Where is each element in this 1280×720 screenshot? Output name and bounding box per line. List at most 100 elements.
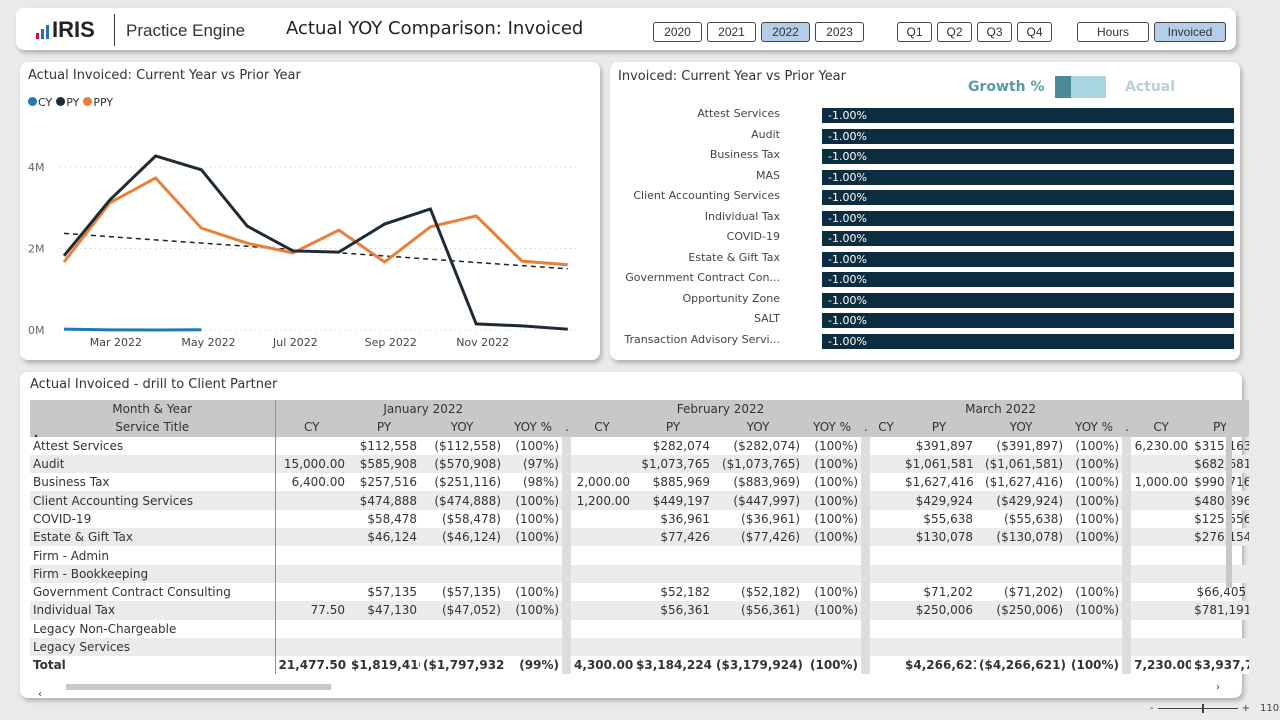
cell: $315,163 xyxy=(1194,438,1250,453)
cell xyxy=(1131,546,1191,564)
bar[interactable]: -1.00% xyxy=(822,292,1234,308)
cell xyxy=(976,620,1066,638)
cell: $58,478 xyxy=(367,511,417,526)
y-tick-label: 2M xyxy=(28,243,45,256)
header-service-title[interactable]: Service Title ▲ xyxy=(30,418,276,437)
bar[interactable]: -1.00% xyxy=(822,169,1234,185)
bar[interactable]: -1.00% xyxy=(822,313,1234,328)
cell: ($47,052) xyxy=(420,601,504,620)
bar-category-label: COVID-19 xyxy=(726,230,780,243)
growth-actual-toggle[interactable] xyxy=(1055,76,1106,98)
bar-data-label: -1.00% xyxy=(828,252,867,266)
column-header-py[interactable]: PY xyxy=(902,418,977,437)
cell: ($1,061,581) xyxy=(976,454,1067,474)
column-header-cy[interactable]: CY xyxy=(275,418,348,437)
service-title: Business Tax xyxy=(30,473,276,492)
table-row[interactable]: COVID-19 $58,478 ($58,478) (100%) $36,961 ($3… xyxy=(30,509,1249,529)
bar[interactable]: -1.00% xyxy=(822,128,1234,144)
bar[interactable]: -1.00% xyxy=(822,190,1234,205)
actual-toggle-label[interactable]: Actual xyxy=(1125,79,1175,95)
cell: $55,638 xyxy=(923,511,974,526)
cell xyxy=(348,637,420,657)
service-title: Firm - Admin xyxy=(30,546,276,565)
cell xyxy=(870,510,902,528)
column-header-yoy[interactable]: YOY xyxy=(976,418,1067,437)
bar[interactable]: -1.00% xyxy=(822,333,1234,349)
column-header-py[interactable]: PY xyxy=(348,418,420,437)
month-header[interactable]: February 2022 xyxy=(571,400,871,419)
table-row[interactable]: Legacy Services xyxy=(30,637,1250,657)
column-header-yoy[interactable]: YOY xyxy=(420,418,504,437)
cell: $66,405 xyxy=(1196,585,1247,600)
cell xyxy=(420,620,504,638)
service-title: Total xyxy=(30,656,276,675)
quarters-button-q1[interactable]: Q1 xyxy=(897,22,932,42)
bar[interactable]: -1.00% xyxy=(822,272,1234,287)
column-header-py[interactable]: PY xyxy=(633,418,714,437)
quarters-button-q3[interactable]: Q3 xyxy=(977,22,1012,42)
table-row[interactable]: Total 21,477.50 $1,819,410 ($1,797,932) (99%… xyxy=(30,656,1250,675)
years-button-2021[interactable]: 2021 xyxy=(707,22,756,42)
table-row[interactable]: Estate & Gift Tax $46,124 ($46,124) (100%) $… xyxy=(30,528,1250,547)
service-title: Audit xyxy=(30,454,276,474)
cell: $130,078 xyxy=(902,528,977,547)
growth-toggle-label[interactable]: Growth % xyxy=(968,79,1045,95)
cell: (100%) xyxy=(515,438,559,453)
cell xyxy=(1131,564,1192,583)
sort-ascending-icon[interactable]: ▲ xyxy=(33,432,39,437)
column-header-yoy[interactable]: YOY % xyxy=(504,418,562,437)
cell: (100%) xyxy=(504,491,562,510)
table-row[interactable]: Client Accounting Services $474,888 ($474,… xyxy=(30,491,1250,510)
zoom-in-button[interactable]: + xyxy=(1242,703,1250,714)
years-button-2023[interactable]: 2023 xyxy=(815,22,864,42)
cell: $429,924 xyxy=(902,491,977,510)
table-row[interactable]: Individual Tax 77.50 $47,130 ($47,052) (100%… xyxy=(30,601,1250,620)
cell: 4,300.00 xyxy=(571,656,634,675)
month-header[interactable]: January 2022 xyxy=(275,400,572,419)
column-header-cy[interactable]: CY xyxy=(571,418,634,437)
cell: (100%) xyxy=(1066,491,1123,510)
column-header-py[interactable]: PY xyxy=(1191,418,1250,437)
cell: ($1,627,416) xyxy=(984,475,1064,490)
table-row[interactable]: Attest Services $112,558 ($112,558) (100%) $… xyxy=(30,436,1250,455)
quarters-button-q2[interactable]: Q2 xyxy=(937,22,972,42)
vertical-scrollbar[interactable] xyxy=(1226,412,1232,588)
zoom-out-button[interactable]: - xyxy=(1150,703,1154,714)
bar[interactable]: -1.00% xyxy=(822,251,1234,267)
zoom-control[interactable]: - + 110 xyxy=(1150,703,1279,714)
cell: $257,516 xyxy=(359,475,417,490)
cell: $56,361 xyxy=(633,601,714,620)
measures-button-invoiced[interactable]: Invoiced xyxy=(1154,22,1226,42)
column-header-cy[interactable]: CY xyxy=(870,418,903,437)
measures-button-hours[interactable]: Hours xyxy=(1077,22,1149,42)
table-row[interactable]: Firm - Admin xyxy=(30,546,1249,565)
table-row[interactable]: Government Contract Consulting $57,135 ($5… xyxy=(30,582,1249,602)
cell: $47,130 xyxy=(348,601,420,620)
column-header-cy[interactable]: CY xyxy=(1131,418,1192,437)
table-row[interactable]: Business Tax 6,400.00 $257,516 ($251,116) (9… xyxy=(30,473,1249,492)
quarters-button-q4[interactable]: Q4 xyxy=(1017,22,1052,42)
bar-data-label: -1.00% xyxy=(828,273,867,286)
table-row[interactable]: Legacy Non-Chargeable xyxy=(30,619,1249,638)
bar-data-label: -1.00% xyxy=(828,129,867,143)
bar[interactable]: -1.00% xyxy=(822,210,1234,226)
bar[interactable]: -1.00% xyxy=(822,108,1234,123)
column-header-yoy[interactable]: YOY % xyxy=(1066,418,1123,437)
cell xyxy=(870,528,903,547)
column-header-yoy[interactable]: YOY % xyxy=(803,418,862,437)
cell xyxy=(870,601,903,620)
table-row[interactable]: Audit 15,000.00 $585,908 ($570,908) (97%) $1,… xyxy=(30,454,1250,474)
cell xyxy=(275,637,348,657)
cell xyxy=(571,583,633,601)
cell xyxy=(348,564,420,583)
years-button-2022[interactable]: 2022 xyxy=(761,22,810,42)
years-button-2020[interactable]: 2020 xyxy=(653,22,702,42)
bar[interactable]: -1.00% xyxy=(822,149,1234,164)
cell: ($77,426) xyxy=(713,528,804,547)
cell: ($58,478) xyxy=(442,511,501,526)
month-header[interactable]: March 2022 xyxy=(870,400,1132,419)
column-header-yoy[interactable]: YOY xyxy=(713,418,804,437)
table-row[interactable]: Firm - Bookkeeping xyxy=(30,564,1250,583)
horizontal-scrollbar[interactable]: ‹ › xyxy=(30,682,1230,700)
bar[interactable]: -1.00% xyxy=(822,231,1234,246)
